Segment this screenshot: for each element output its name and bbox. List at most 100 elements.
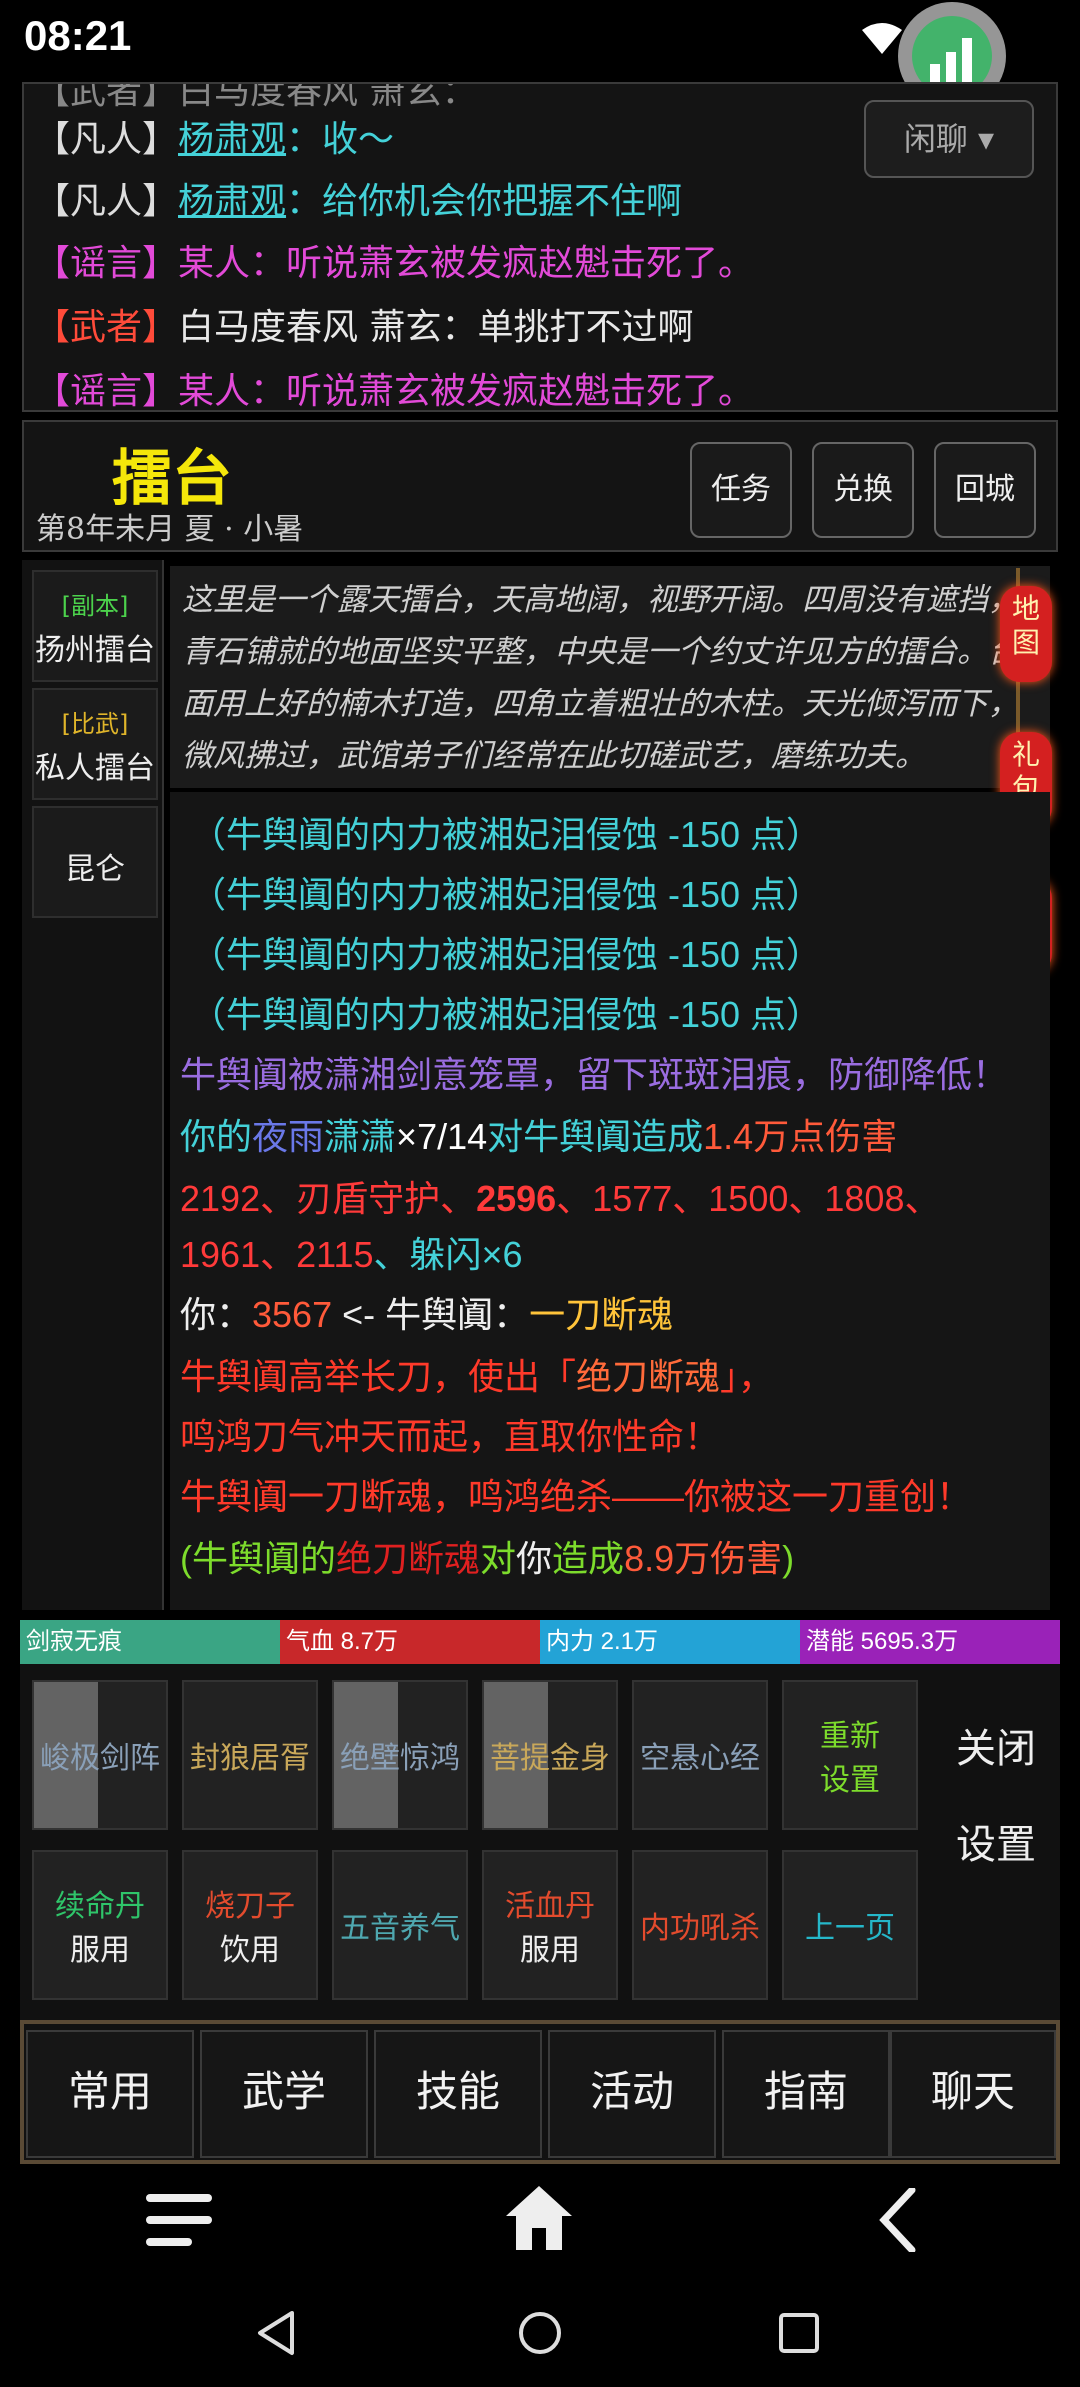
log-line: 你：3567 <- 牛舆阗：一刀断魂 (180, 1286, 673, 1338)
item-button[interactable]: 活血丹服用 (482, 1850, 618, 2000)
skill-button[interactable]: 五音养气 (332, 1850, 468, 2000)
tab-guide[interactable]: 指南 (722, 2030, 890, 2158)
bar-label: 潜能 5695.3万 (806, 1628, 958, 1655)
tab-martial-arts[interactable]: 武学 (200, 2030, 368, 2158)
chat-panel[interactable]: 【武者】白马度春风 萧玄： 【凡人】杨肃观：收～ 【凡人】杨肃观：给你机会你把握… (22, 82, 1058, 412)
chat-tag: 【谣言】 (34, 243, 178, 284)
lantern-label: 地图 (1011, 592, 1041, 660)
chat-line: 【武者】白马度春风 萧玄：单挑打不过啊 (34, 298, 693, 350)
skill-label: 峻极剑阵 (40, 1733, 160, 1777)
home-icon[interactable] (506, 2186, 572, 2250)
log-text: 绝刀断魂 (576, 1357, 720, 1398)
mp-bar: 内力 2.1万 (540, 1620, 800, 1664)
log-line: 牛舆阗被潇湘剑意笼罩，留下斑斑泪痕，防御降低！ (180, 1046, 1008, 1098)
log-text: (牛舆阗的 (180, 1538, 336, 1579)
skill-button[interactable]: 菩提金身 (482, 1680, 618, 1830)
exit-label: 私人擂台 (34, 743, 156, 787)
return-city-button[interactable]: 回城 (934, 442, 1036, 538)
log-line: （牛舆阗的内力被湘妃泪侵蚀 -150 点） (190, 866, 822, 918)
settings-button[interactable]: 设置 (948, 1810, 1044, 1880)
chat-tag: 【凡人】 (34, 181, 178, 222)
exchange-button[interactable]: 兑换 (812, 442, 914, 538)
log-line: （牛舆阗的内力被湘妃泪侵蚀 -150 点） (190, 806, 822, 858)
skill-button[interactable]: 内功吼杀 (632, 1850, 768, 2000)
skill-button[interactable]: 绝壁惊鸿 (332, 1680, 468, 1830)
prev-page-button[interactable]: 上一页 (782, 1850, 918, 2000)
player-link[interactable]: 杨肃观 (178, 181, 286, 222)
log-text: 、刃盾守护、 (260, 1178, 476, 1219)
reset-skills-button[interactable]: 重新设置 (782, 1680, 918, 1830)
log-line: （牛舆阗的内力被湘妃泪侵蚀 -150 点） (190, 926, 822, 978)
item-action: 饮用 (220, 1925, 280, 1969)
bar-label: 剑寂无痕 (26, 1628, 122, 1655)
quest-button[interactable]: 任务 (690, 442, 792, 538)
item-label: 烧刀子 (205, 1881, 295, 1925)
combat-log: （牛舆阗的内力被湘妃泪侵蚀 -150 点） （牛舆阗的内力被湘妃泪侵蚀 -150… (170, 792, 1050, 1610)
skill-panel: 峻极剑阵 封狼居胥 绝壁惊鸿 菩提金身 空悬心经 重新设置 续命丹服用 烧刀子饮… (20, 1664, 1060, 2020)
player-status-bars: 剑寂无痕 气血 8.7万 内力 2.1万 潜能 5695.3万 (20, 1620, 1060, 1664)
log-text: 、1577、1500、1808、 (556, 1178, 940, 1219)
main-tab-bar: 常用 武学 技能 活动 指南 聊天 (20, 2020, 1060, 2164)
back-arrow-icon[interactable] (878, 2188, 918, 2252)
exit-yangzhou-arena[interactable]: [副本] 扬州擂台 (32, 570, 158, 682)
item-action: 服用 (70, 1925, 130, 1969)
skill-label: 菩提金身 (490, 1733, 610, 1777)
player-link[interactable]: 杨肃观 (178, 119, 286, 160)
panel-controls: 关闭 设置 (930, 1664, 1060, 2020)
log-text: 」， (720, 1356, 774, 1397)
chat-tag: 【武者】 (34, 307, 178, 348)
log-text: ) (782, 1538, 794, 1579)
exit-kunlun[interactable]: 昆仑 (32, 806, 158, 918)
log-line: 鸣鸿刀气冲天而起，直取你性命！ (180, 1408, 720, 1460)
log-text: 对牛舆阗造成 (487, 1116, 703, 1157)
close-panel-button[interactable]: 关闭 (948, 1714, 1044, 1784)
skill-label: 五音养气 (340, 1903, 460, 1947)
log-line: 2192、刃盾守护、2596、1577、1500、1808、 (180, 1170, 940, 1222)
exit-tag: [比武] (34, 704, 156, 739)
system-nav-bar (0, 2274, 1080, 2387)
exit-sidebar: [副本] 扬州擂台 [比武] 私人擂台 昆仑 (22, 560, 164, 1610)
location-header: 擂台 第8年未月 夏 · 小暑 任务 兑换 回城 (22, 420, 1058, 552)
log-text: 一刀断魂 (529, 1294, 673, 1335)
system-back-icon[interactable] (256, 2310, 296, 2356)
system-recents-icon[interactable] (778, 2312, 820, 2354)
browser-nav-bar (0, 2164, 1080, 2274)
potential-bar: 潜能 5695.3万 (800, 1620, 1060, 1664)
tab-chat[interactable]: 聊天 (890, 2030, 1056, 2158)
bar-label: 内力 2.1万 (546, 1628, 658, 1655)
skill-label: 空悬心经 (640, 1733, 760, 1777)
exit-private-arena[interactable]: [比武] 私人擂台 (32, 688, 158, 800)
chat-text: ：单挑打不过啊 (441, 307, 693, 348)
chat-line: 【谣言】某人：听说萧玄被发疯赵魁击死了。 (34, 362, 754, 412)
chat-channel-select[interactable]: 闲聊 ▾ (864, 100, 1034, 178)
bar-label: 气血 8.7万 (286, 1628, 398, 1655)
system-home-icon[interactable] (517, 2310, 563, 2356)
exit-label: 扬州擂台 (34, 625, 156, 669)
map-lantern-button[interactable]: 地图 (1000, 586, 1052, 682)
skill-label: 上一页 (805, 1903, 895, 1947)
skill-label: 重新 (820, 1711, 880, 1755)
buff-bar: 剑寂无痕 (20, 1620, 280, 1664)
status-time: 08:21 (24, 12, 131, 60)
menu-icon[interactable] (146, 2194, 212, 2246)
log-text: 2596 (476, 1178, 556, 1219)
chat-tag: 【凡人】 (34, 119, 178, 160)
player-link[interactable]: 白马度春风 萧玄 (178, 307, 441, 348)
skill-button[interactable]: 峻极剑阵 (32, 1680, 168, 1830)
exit-tag: [副本] (34, 586, 156, 621)
room-description: 这里是一个露天擂台，天高地阔，视野开阔。四周没有遮挡，青石铺就的地面坚实平整，中… (170, 566, 1050, 788)
tab-skills[interactable]: 技能 (374, 2030, 542, 2158)
log-line: 你的夜雨潇潇×7/14对牛舆阗造成1.4万点伤害 (180, 1108, 897, 1160)
game-date: 第8年未月 夏 · 小暑 (36, 504, 303, 548)
item-button[interactable]: 续命丹服用 (32, 1850, 168, 2000)
tab-common[interactable]: 常用 (26, 2030, 194, 2158)
skill-label: 设置 (820, 1755, 880, 1799)
log-text: 对 (480, 1538, 516, 1579)
skill-button[interactable]: 封狼居胥 (182, 1680, 318, 1830)
tab-activities[interactable]: 活动 (548, 2030, 716, 2158)
item-button[interactable]: 烧刀子饮用 (182, 1850, 318, 2000)
chat-text: ：给你机会你把握不住啊 (286, 181, 682, 222)
status-bar: 08:21 (0, 0, 1080, 80)
skill-button[interactable]: 空悬心经 (632, 1680, 768, 1830)
hp-bar: 气血 8.7万 (280, 1620, 540, 1664)
